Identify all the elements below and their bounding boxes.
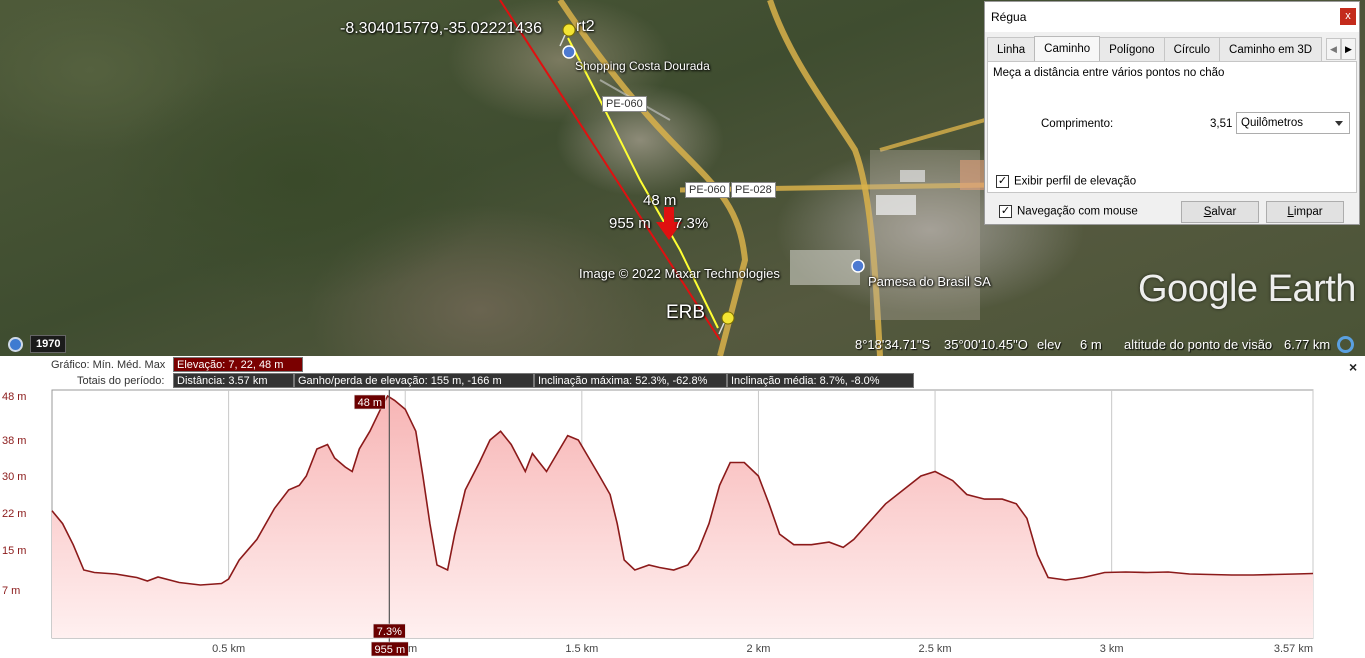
poi-label-pamesa: Pamesa do Brasil SA — [868, 274, 991, 289]
length-value: 3,51 — [1210, 118, 1233, 130]
poi-marker — [851, 259, 865, 273]
x-tick-label: 3 km — [1100, 643, 1124, 655]
save-button[interactable]: Salvar — [1181, 201, 1259, 223]
building — [960, 160, 985, 190]
checkbox-checked-icon: ✓ — [996, 175, 1009, 188]
google-earth-logo: Google Earth — [1138, 268, 1356, 310]
length-label: Comprimento: — [1041, 118, 1114, 130]
x-tick-label: 2 km — [747, 643, 771, 655]
status-viewpoint-value: 6.77 km — [1284, 337, 1331, 352]
building — [876, 195, 916, 215]
imagery-copyright: Image © 2022 Maxar Technologies — [579, 266, 780, 281]
clear-button[interactable]: Limpar — [1266, 201, 1344, 223]
historical-imagery-clock-icon[interactable] — [8, 337, 23, 352]
tab-caminho-3d[interactable]: Caminho em 3D — [1219, 37, 1323, 61]
pin-label-rt2: rt2 — [576, 18, 595, 35]
road-shield: PE-060 — [602, 96, 647, 112]
ruler-titlebar[interactable]: Régua — [985, 2, 1359, 32]
y-tick-label: 15 m — [2, 545, 26, 557]
road — [767, 0, 883, 356]
status-bar: 8°18'34.71"S 35°00'10.45"O elev 6 m alti… — [0, 334, 1365, 356]
coordinate-label: -8.304015779,-35.02221436 — [340, 20, 542, 37]
status-latitude: 8°18'34.71"S — [855, 337, 931, 352]
ruler-description: Meça a distância entre vários pontos no … — [993, 67, 1225, 79]
ruler-line — [499, 0, 721, 341]
cursor-elevation-label: 48 m — [643, 192, 677, 209]
chevron-down-icon — [1335, 121, 1343, 126]
poi-label-shopping: Shopping Costa Dourada — [575, 59, 710, 73]
elevation-chart[interactable]: 48 m38 m30 m22 m15 m7 m 0.5 km1 km1.5 km… — [0, 356, 1365, 658]
ruler-tab-panel: Meça a distância entre vários pontos no … — [987, 61, 1357, 193]
road-shield: PE-060 — [685, 182, 730, 198]
y-tick-label: 7 m — [2, 585, 20, 597]
mouse-navigation-label: Navegação com mouse — [1017, 205, 1138, 218]
road-shield: PE-028 — [731, 182, 776, 198]
tab-linha[interactable]: Linha — [987, 37, 1036, 61]
tab-caminho[interactable]: Caminho — [1034, 36, 1101, 61]
road — [557, 0, 749, 356]
tab-scroll-left-icon[interactable]: ◀ — [1326, 38, 1341, 60]
x-tick-label: 0.5 km — [212, 643, 245, 655]
checkbox-checked-icon: ✓ — [999, 205, 1012, 218]
cursor-distance-tag: 955 m — [375, 644, 406, 656]
poi-marker — [562, 45, 576, 59]
cursor-elevation-tag: 48 m — [358, 397, 382, 409]
y-tick-label: 48 m — [2, 391, 26, 403]
x-tick-label: 3.57 km — [1274, 643, 1313, 655]
mouse-navigation-checkbox[interactable]: ✓ Navegação com mouse — [999, 205, 1138, 218]
elevation-profile-panel: Gráfico: Mín. Méd. Max Elevação: 7, 22, … — [0, 356, 1365, 658]
units-selected-value: Quilômetros — [1241, 117, 1303, 129]
cursor-distance-label: 955 m — [609, 215, 651, 232]
building — [900, 170, 925, 182]
building — [790, 250, 860, 285]
cursor-slope-tag: 7.3% — [377, 626, 402, 638]
y-tick-label: 30 m — [2, 471, 26, 483]
y-tick-label: 22 m — [2, 508, 26, 520]
ruler-dialog: Régua x Linha Caminho Polígono Círculo C… — [984, 1, 1360, 225]
x-tick-label: 1.5 km — [565, 643, 598, 655]
ruler-tabs: Linha Caminho Polígono Círculo Caminho e… — [987, 36, 1323, 61]
status-longitude: 35°00'10.45"O — [944, 337, 1028, 352]
ruler-close-button[interactable]: x — [1340, 8, 1356, 25]
imagery-year-badge[interactable]: 1970 — [30, 335, 67, 353]
status-elev-label: elev — [1037, 337, 1061, 352]
road — [879, 118, 986, 152]
units-select[interactable]: Quilômetros — [1236, 112, 1350, 134]
pin-label-erb: ERB — [666, 302, 706, 323]
ruler-title: Régua — [991, 10, 1027, 24]
tab-scroll-right-icon[interactable]: ▶ — [1341, 38, 1356, 60]
tab-poligono[interactable]: Polígono — [1099, 37, 1165, 61]
pushpin-icon — [559, 23, 576, 47]
show-elevation-profile-label: Exibir perfil de elevação — [1014, 175, 1137, 188]
x-tick-label: 2.5 km — [919, 643, 952, 655]
status-viewpoint-label: altitude do ponto de visão — [1124, 337, 1273, 352]
status-elev-value: 6 m — [1080, 337, 1102, 352]
streaming-globe-icon — [1337, 336, 1354, 353]
tab-circulo[interactable]: Círculo — [1163, 37, 1221, 61]
y-tick-label: 38 m — [2, 435, 26, 447]
cursor-slope-label: 7.3% — [674, 215, 709, 232]
show-elevation-profile-checkbox[interactable]: ✓ Exibir perfil de elevação — [996, 175, 1136, 188]
